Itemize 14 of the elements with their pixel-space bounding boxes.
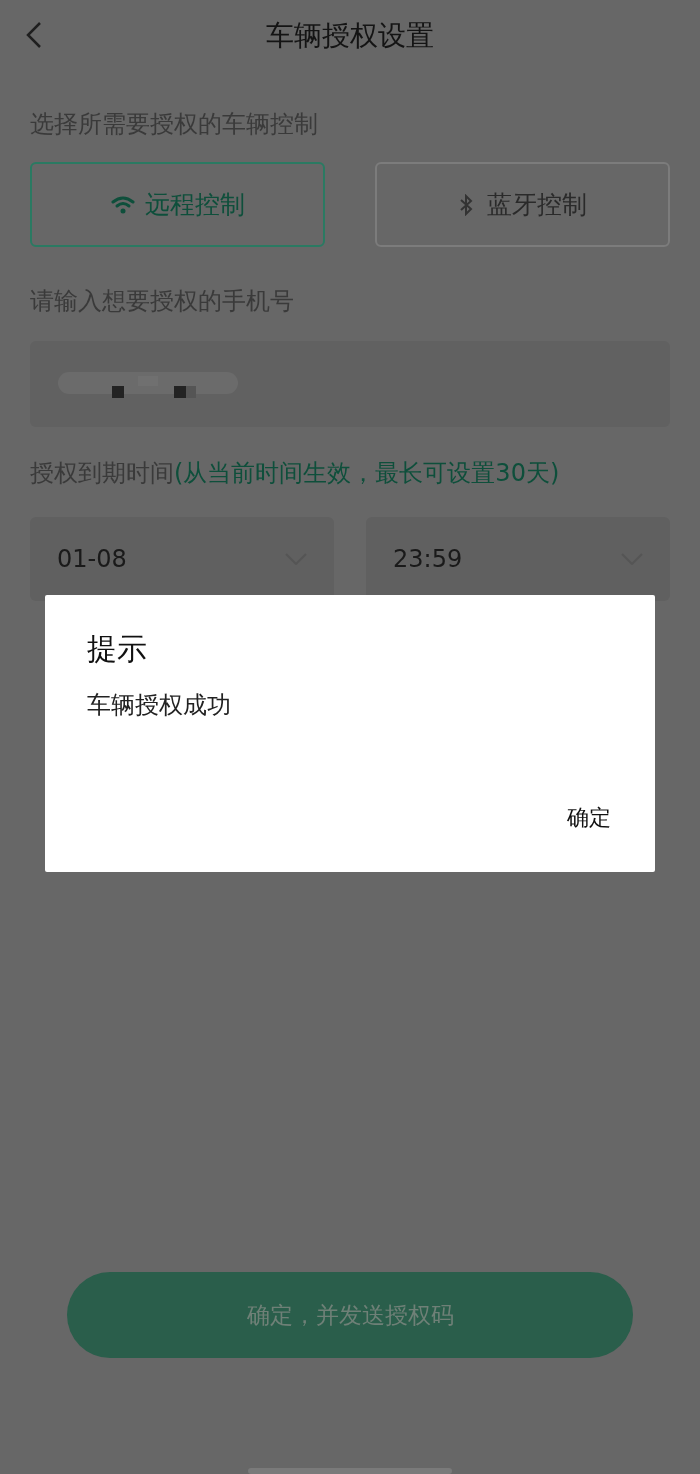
submit-button[interactable]: 确定，并发送授权码 [67, 1272, 633, 1358]
wifi-icon [110, 195, 135, 214]
dialog-message: 车辆授权成功 [87, 690, 231, 721]
hint-text: (从当前时间生效，最长可设置30天) [174, 458, 560, 489]
back-icon[interactable] [24, 20, 44, 50]
phone-input-field[interactable] [30, 341, 670, 427]
page-title: 车辆授权设置 [266, 18, 434, 54]
bluetooth-icon [458, 193, 473, 216]
time-dropdown[interactable]: 23:59 [366, 517, 670, 601]
dialog-title: 提示 [87, 630, 147, 668]
confirm-button[interactable]: 确定 [559, 797, 619, 838]
control-option[interactable]: 蓝牙控制 [375, 162, 670, 247]
control-option[interactable]: 远程控制 [30, 162, 325, 247]
date-dropdown[interactable]: 01-08 [30, 517, 334, 601]
